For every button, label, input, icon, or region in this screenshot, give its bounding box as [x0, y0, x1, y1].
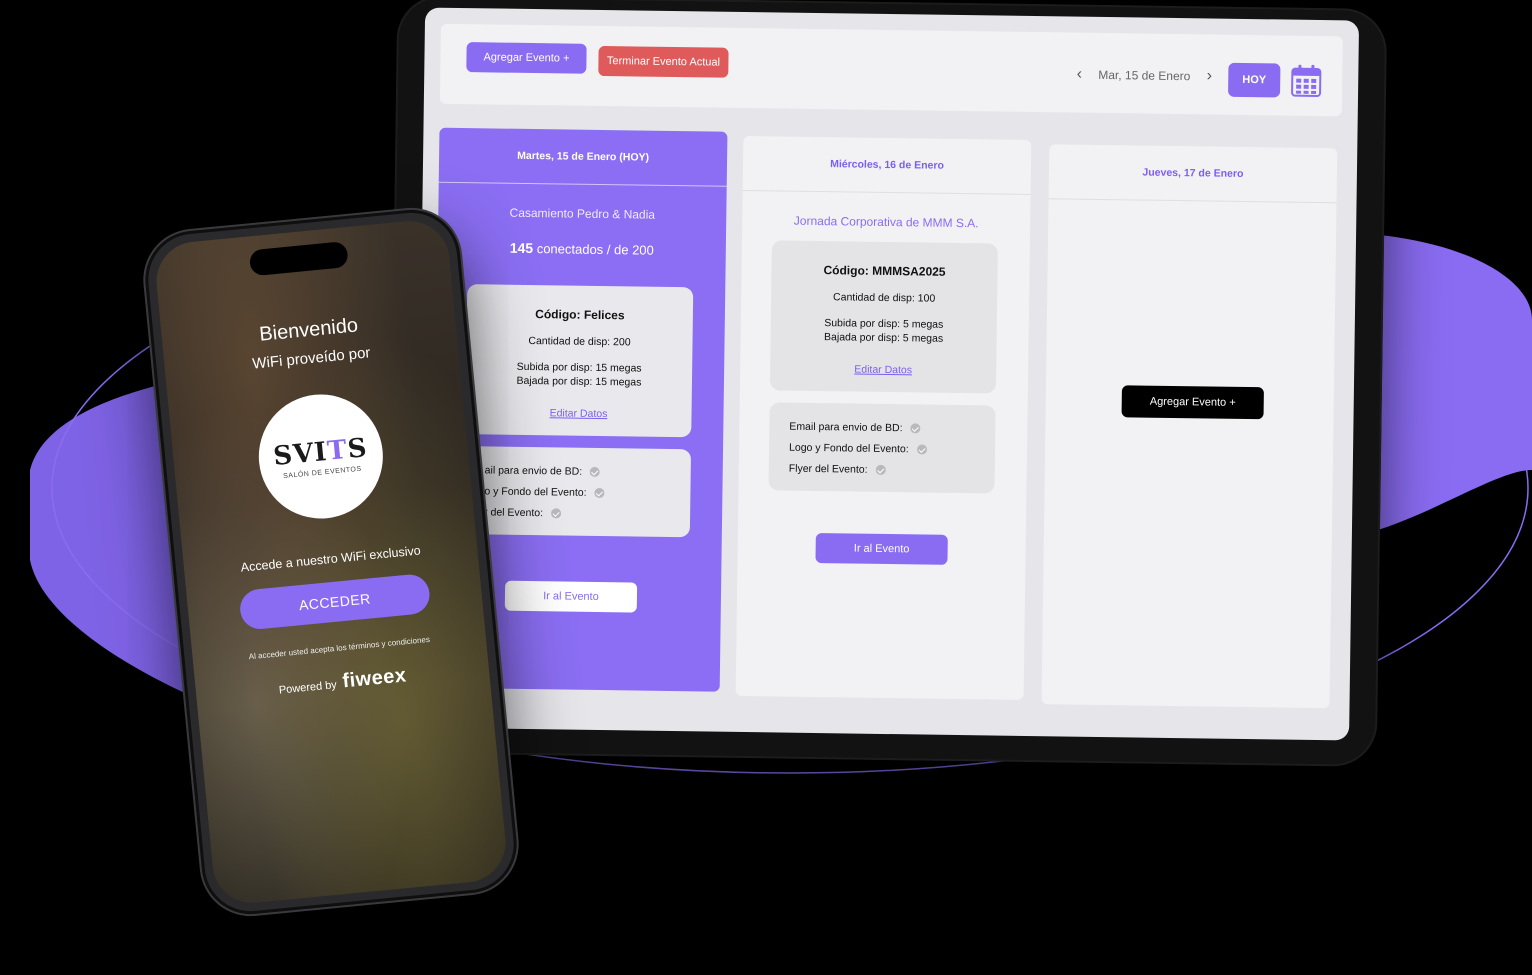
current-date-label: Mar, 15 de Enero	[1098, 67, 1191, 84]
access-prompt: Accede a nuestro WiFi exclusivo	[240, 543, 422, 575]
day-column-wednesday: Miércoles, 16 de Enero Jornada Corporati…	[735, 135, 1032, 700]
check-circle-icon	[916, 444, 927, 455]
check-row: Flyer del Evento:	[789, 463, 975, 478]
code-value: MMMSA2025	[872, 263, 946, 279]
connected-suffix: conectados / de 200	[536, 241, 654, 258]
check-label: Email para envio de BD:	[789, 420, 903, 435]
check-label: o y Fondo del Evento:	[484, 485, 587, 499]
check-label: r del Evento:	[484, 506, 544, 520]
event-details-card: Código: MMMSA2025 Cantidad de disp: 100 …	[769, 240, 998, 394]
device-count: Cantidad de disp: 200	[528, 334, 631, 349]
connected-number: 145	[509, 239, 534, 257]
event-code: Código: MMMSA2025	[771, 262, 997, 279]
day-header: Jueves, 17 de Enero	[1048, 144, 1338, 204]
download-speed: Bajada por disp: 5 megas	[823, 331, 944, 345]
check-row: ail para envio de BD:	[485, 464, 671, 479]
day-header: Miércoles, 16 de Enero	[742, 135, 1032, 195]
device-count: Cantidad de disp: 100	[832, 291, 936, 305]
toolbar: Agregar Evento + Terminar Evento Actual …	[439, 23, 1343, 117]
go-to-event-button[interactable]: Ir al Evento	[504, 580, 638, 613]
upload-speed: Subida por disp: 5 megas	[824, 317, 944, 331]
scene: Agregar Evento + Terminar Evento Actual …	[0, 0, 1532, 975]
check-row: r del Evento:	[484, 506, 670, 521]
event-name: Casamiento Pedro & Nadia	[509, 205, 656, 222]
captive-portal: Bienvenido WiFi proveído por SVITS SALÓN…	[153, 217, 509, 906]
code-label: Código:	[823, 263, 869, 278]
upload-speed: Subida por disp: 15 megas	[516, 360, 642, 375]
check-circle-icon	[590, 466, 601, 478]
venue-logo: SVITS SALÓN DE EVENTOS	[253, 388, 389, 525]
add-event-button[interactable]: Agregar Evento +	[466, 42, 587, 74]
tablet-screen: Agregar Evento + Terminar Evento Actual …	[415, 7, 1360, 741]
event-assets-card: ail para envio de BD: o y Fondo del Even…	[463, 446, 692, 538]
fiweex-logo: fiweex	[341, 664, 408, 693]
check-circle-icon	[594, 487, 605, 499]
go-to-event-button[interactable]: Ir al Evento	[815, 533, 948, 565]
chevron-right-icon[interactable]: ›	[1200, 67, 1218, 85]
tablet-device: Agregar Evento + Terminar Evento Actual …	[386, 0, 1388, 767]
connected-count: 145 conectados / de 200	[438, 239, 726, 259]
date-navigator: ‹ Mar, 15 de Enero ›	[1070, 63, 1218, 89]
powered-by-label: Powered by	[278, 679, 338, 697]
calendar-icon[interactable]	[1290, 64, 1322, 98]
check-label: Logo y Fondo del Evento:	[788, 441, 909, 456]
check-row: Logo y Fondo del Evento:	[789, 442, 975, 457]
code-label: Código:	[535, 307, 581, 322]
end-current-event-button[interactable]: Terminar Evento Actual	[598, 45, 729, 78]
today-button[interactable]: HOY	[1228, 62, 1281, 98]
event-assets-card: Email para envio de BD: Logo y Fondo del…	[768, 402, 996, 494]
access-button[interactable]: ACCEDER	[238, 572, 432, 631]
logo-text-b: S	[346, 432, 369, 465]
event-name: Jornada Corporativa de MMM S.A.	[793, 213, 979, 231]
edit-data-link[interactable]: Editar Datos	[550, 407, 608, 420]
check-row: Email para envio de BD:	[789, 421, 975, 436]
download-speed: Bajada por disp: 15 megas	[516, 374, 642, 389]
event-details-card: Código: Felices Cantidad de disp: 200 Su…	[465, 284, 694, 438]
check-row: o y Fondo del Evento:	[484, 485, 670, 500]
powered-by: Powered by fiweex	[195, 656, 490, 707]
check-label: Flyer del Evento:	[788, 462, 868, 476]
edit-data-link[interactable]: Editar Datos	[854, 364, 912, 377]
logo-text-a: SVI	[272, 436, 329, 472]
check-circle-icon	[551, 508, 562, 519]
check-circle-icon	[875, 464, 886, 475]
check-circle-icon	[910, 423, 921, 434]
phone-device: Bienvenido WiFi proveído por SVITS SALÓN…	[144, 208, 518, 916]
code-value: Felices	[583, 307, 625, 323]
day-header: Martes, 15 de Enero (HOY)	[438, 127, 728, 187]
chevron-left-icon[interactable]: ‹	[1070, 66, 1088, 84]
add-event-button[interactable]: Agregar Evento +	[1121, 385, 1264, 420]
day-column-thursday: Jueves, 17 de Enero Agregar Evento +	[1041, 144, 1338, 709]
check-label: ail para envio de BD:	[484, 464, 583, 478]
event-code: Código: Felices	[467, 306, 693, 323]
